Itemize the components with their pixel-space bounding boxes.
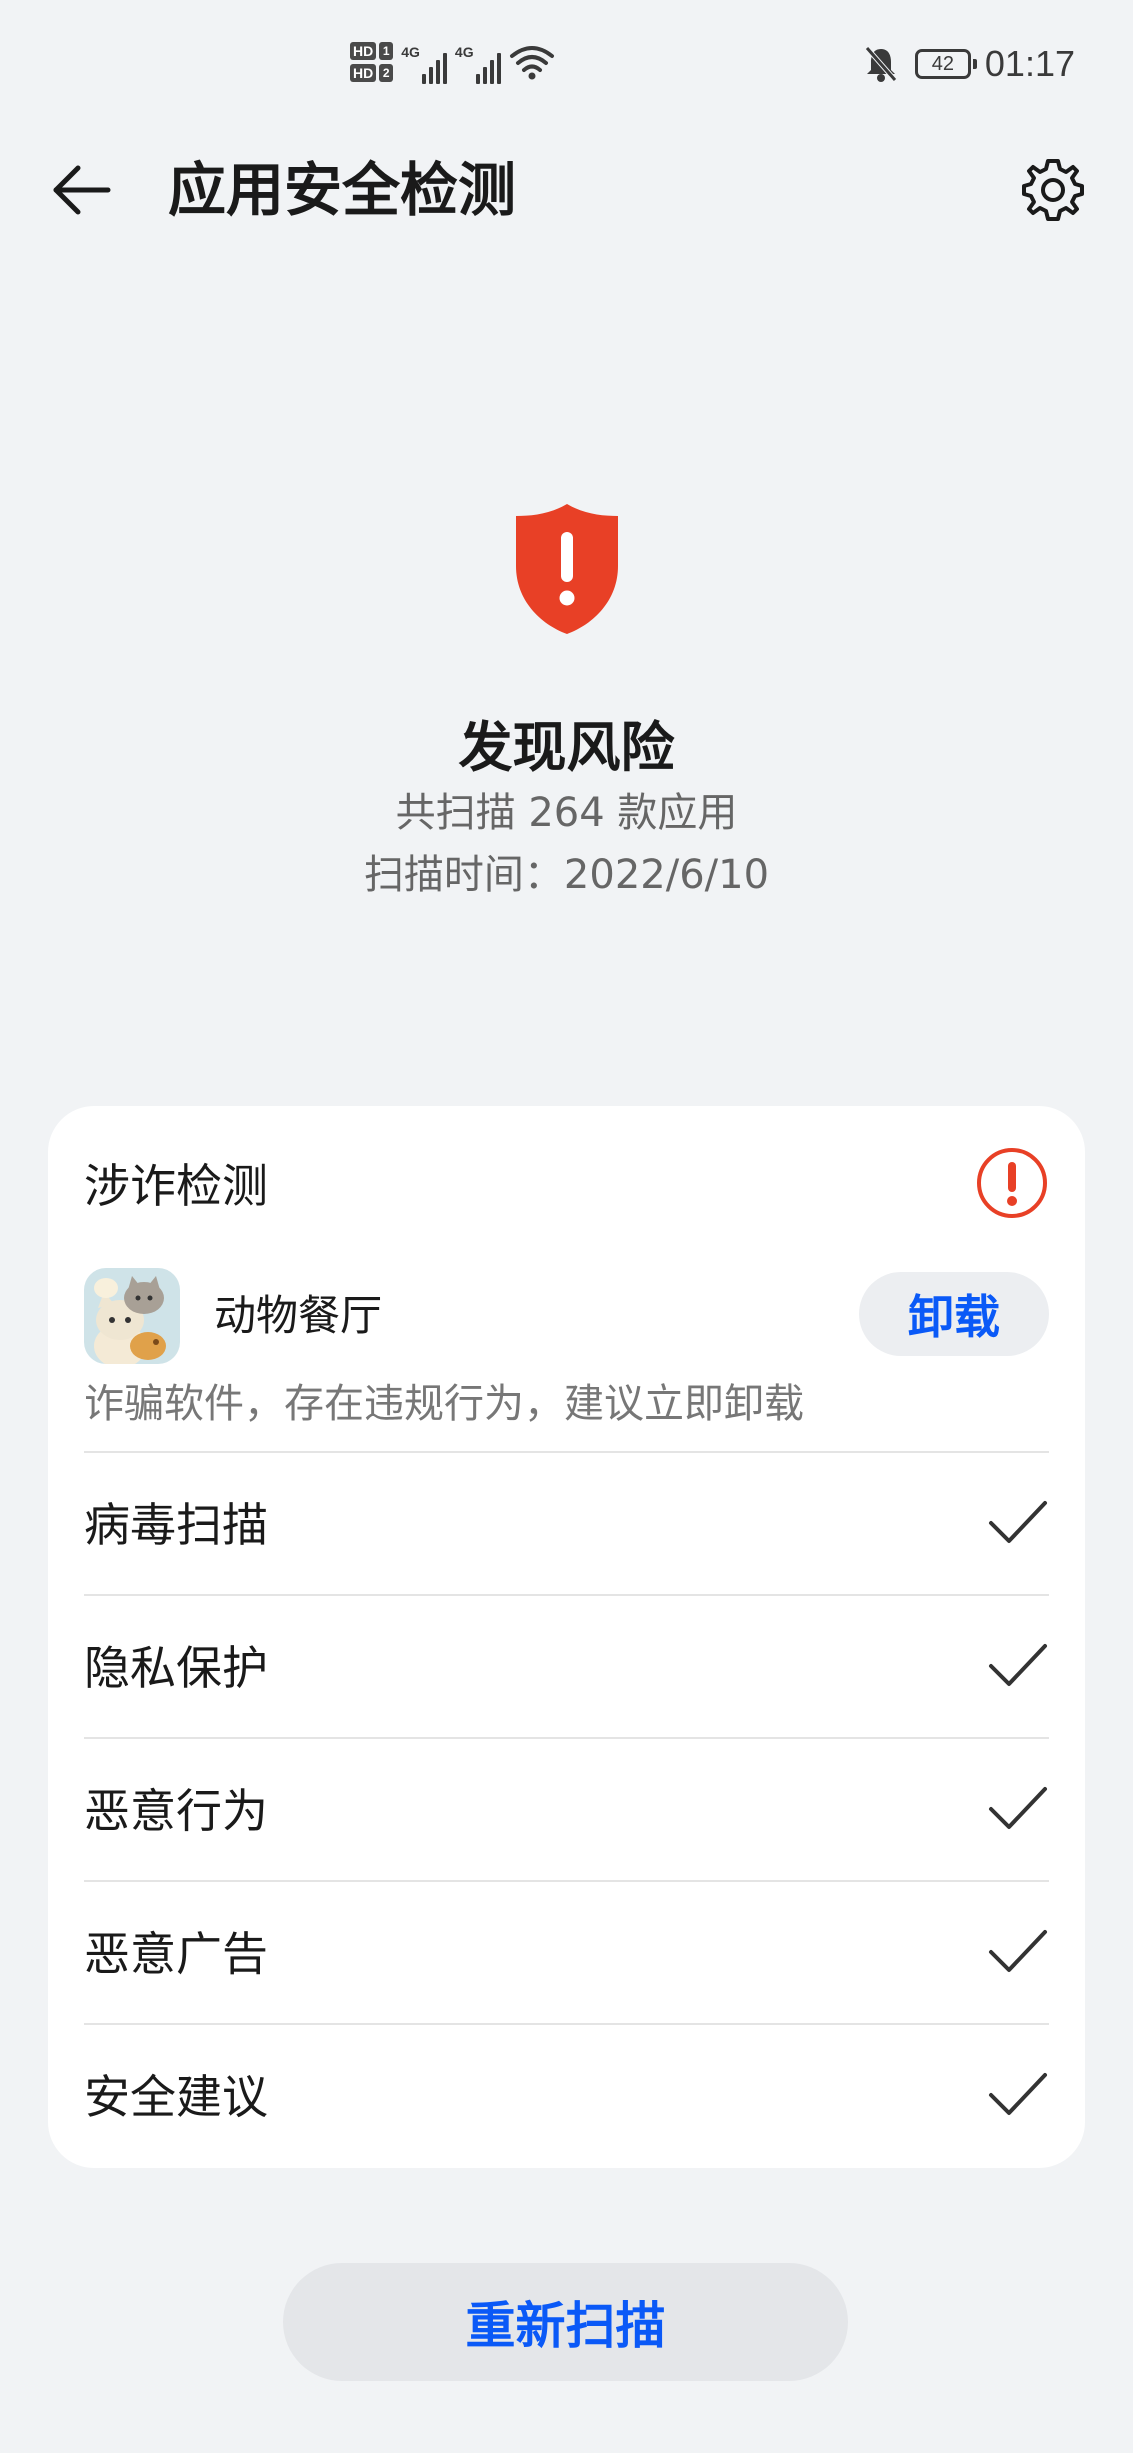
signal-icon: 4G [401, 40, 447, 84]
status-bar: HD 1 HD 2 4G 4G 42 01:17 [0, 0, 1133, 120]
hd-label: HD [350, 42, 377, 60]
signal-bars [475, 50, 501, 84]
silent-bell-icon [865, 46, 897, 82]
exclamation-circle-icon [977, 1148, 1047, 1218]
check-label: 病毒扫描 [84, 1498, 268, 1552]
shield-alert-icon [515, 504, 618, 634]
check-item-privacy-protection[interactable]: 隐私保护 [84, 1594, 1049, 1737]
app-name: 动物餐厅 [214, 1291, 383, 1340]
results-card-content: 涉诈检测 动物餐厅 卸载 诈骗软件，存在违规行为，建议立即卸载 病毒扫描 隐私保… [84, 1106, 1049, 2168]
scan-time: 扫描时间：2022/6/10 [363, 852, 770, 898]
check-item-malicious-behavior[interactable]: 恶意行为 [84, 1737, 1049, 1880]
network-type-label: 4G [401, 44, 420, 60]
signal-bars [421, 50, 447, 84]
check-label: 恶意行为 [84, 1784, 268, 1838]
battery-icon: 42 [914, 49, 977, 79]
back-button[interactable] [44, 158, 116, 222]
checkmark-icon [989, 1930, 1047, 1972]
check-item-virus-scan[interactable]: 病毒扫描 [84, 1451, 1049, 1594]
check-label: 恶意广告 [84, 1927, 268, 1981]
app-icon [84, 1268, 180, 1364]
page-title: 应用安全检测 [168, 156, 517, 224]
hd-label: HD [350, 64, 377, 82]
checkmark-icon [989, 1787, 1047, 1829]
hd-num: 1 [379, 42, 394, 60]
scan-count: 共扫描 264 款应用 [395, 790, 738, 836]
status-right: 42 01:17 [861, 40, 1075, 88]
risk-status: 发现风险 [458, 716, 675, 779]
rescan-button[interactable]: 重新扫描 [283, 2263, 848, 2381]
check-item-malicious-ads[interactable]: 恶意广告 [84, 1880, 1049, 2023]
checkmark-icon [989, 2073, 1047, 2115]
hd-num: 2 [379, 64, 394, 82]
signal-icon: 4G [455, 40, 501, 84]
network-indicators: HD 1 HD 2 4G 4G [350, 32, 555, 92]
check-label: 安全建议 [84, 2070, 268, 2124]
fraud-detection-title: 涉诈检测 [84, 1159, 268, 1213]
fraud-detection-header: 涉诈检测 [84, 1146, 1049, 1226]
clock: 01:17 [984, 43, 1075, 84]
hd-badge-2: HD 2 [350, 64, 394, 82]
network-type-label: 4G [454, 44, 474, 60]
hd-badge-1: HD 1 [350, 42, 394, 60]
gear-icon [1022, 159, 1084, 221]
check-item-security-advice[interactable]: 安全建议 [84, 2023, 1049, 2166]
scan-summary: 发现风险 共扫描 264 款应用 扫描时间：2022/6/10 [0, 500, 1133, 904]
check-list: 病毒扫描 隐私保护 恶意行为 恶意广告 安全建议 [84, 1451, 1049, 2166]
app-warning-text: 诈骗软件，存在违规行为，建议立即卸载 [84, 1381, 804, 1427]
hd-badges: HD 1 HD 2 [350, 42, 394, 82]
checkmark-icon [989, 1644, 1047, 1686]
uninstall-button[interactable]: 卸载 [859, 1272, 1049, 1356]
wifi-icon [509, 46, 554, 80]
check-label: 隐私保护 [84, 1641, 268, 1695]
arrow-left-icon [53, 165, 111, 215]
results-card: 涉诈检测 动物餐厅 卸载 诈骗软件，存在违规行为，建议立即卸载 病毒扫描 隐私保… [48, 1106, 1085, 2168]
battery-level: 42 [931, 52, 955, 75]
checkmark-icon [989, 1501, 1047, 1543]
risky-app-row[interactable]: 动物餐厅 卸载 [84, 1268, 1049, 1368]
header: 应用安全检测 [0, 140, 1133, 240]
settings-button[interactable] [1013, 150, 1093, 230]
